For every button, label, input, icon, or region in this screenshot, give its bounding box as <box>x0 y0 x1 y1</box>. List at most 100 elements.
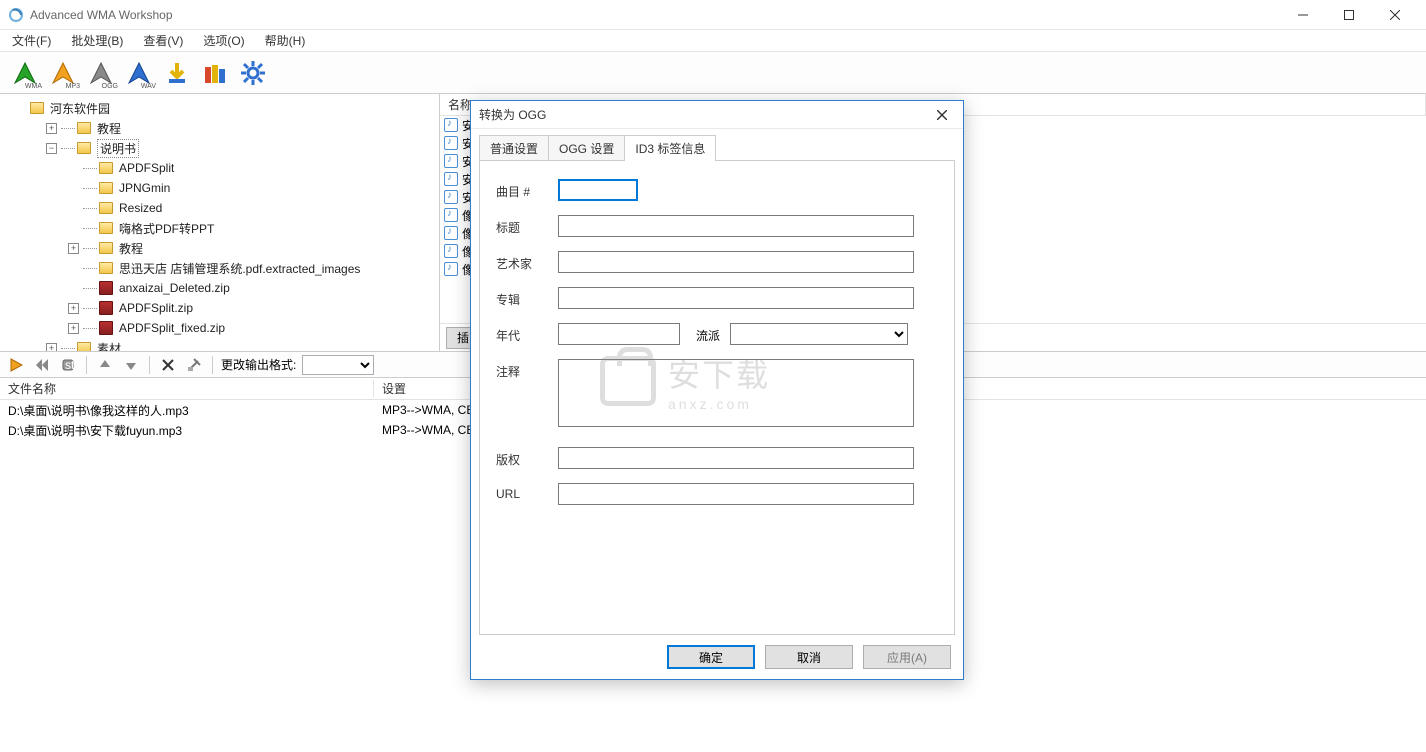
menubar: 文件(F) 批处理(B) 查看(V) 选项(O) 帮助(H) <box>0 30 1426 52</box>
folder-icon <box>77 122 91 134</box>
genre-select[interactable] <box>730 323 908 345</box>
convert-ogg-dialog: 转换为 OGG 普通设置 OGG 设置 ID3 标签信息 曲目 # 标题 艺术家… <box>470 100 964 680</box>
audio-icon <box>444 136 458 150</box>
tree-label: APDFSplit <box>119 161 174 175</box>
col-filename[interactable]: 文件名称 <box>0 380 374 397</box>
audio-icon <box>444 262 458 276</box>
expand-toggle[interactable]: − <box>46 143 57 154</box>
tree-label: 教程 <box>119 240 143 257</box>
year-input[interactable] <box>558 323 680 345</box>
track-input[interactable] <box>558 179 638 201</box>
tree-item[interactable]: −说明书 <box>4 138 435 158</box>
convert-wav-icon[interactable]: WAV <box>122 56 156 90</box>
menu-file[interactable]: 文件(F) <box>4 30 59 51</box>
dialog-titlebar[interactable]: 转换为 OGG <box>471 101 963 129</box>
folder-icon <box>77 142 91 154</box>
apply-button[interactable]: 应用(A) <box>863 645 951 669</box>
dialog-close-button[interactable] <box>929 102 955 128</box>
tree-label: JPNGmin <box>119 181 170 195</box>
convert-mp3-icon[interactable]: MP3 <box>46 56 80 90</box>
clear-icon[interactable] <box>184 355 204 375</box>
tree-item[interactable]: +APDFSplit.zip <box>4 298 435 318</box>
col-settings[interactable]: 设置 <box>374 380 414 397</box>
audio-icon <box>444 154 458 168</box>
convert-wma-icon[interactable]: WMA <box>8 56 42 90</box>
expand-toggle[interactable]: + <box>68 243 79 254</box>
folder-icon <box>99 242 113 254</box>
url-input[interactable] <box>558 483 914 505</box>
tree-label: 教程 <box>97 120 121 137</box>
output-format-label: 更改输出格式: <box>221 356 296 373</box>
maximize-button[interactable] <box>1326 0 1372 30</box>
download-icon[interactable] <box>160 56 194 90</box>
menu-help[interactable]: 帮助(H) <box>257 30 314 51</box>
comment-label: 注释 <box>496 359 558 380</box>
up-icon[interactable] <box>95 355 115 375</box>
tree-item[interactable]: anxaizai_Deleted.zip <box>4 278 435 298</box>
cancel-button[interactable]: 取消 <box>765 645 853 669</box>
menu-batch[interactable]: 批处理(B) <box>63 30 131 51</box>
tree-label: 嗨格式PDF转PPT <box>119 220 214 237</box>
tree-item[interactable]: Resized <box>4 198 435 218</box>
expand-toggle[interactable]: + <box>68 303 79 314</box>
play-icon[interactable] <box>6 355 26 375</box>
library-icon[interactable] <box>198 56 232 90</box>
folder-icon <box>99 262 113 274</box>
app-title: Advanced WMA Workshop <box>30 8 1280 22</box>
stop-icon[interactable]: stop <box>58 355 78 375</box>
tree-item[interactable]: + APDFSplit_fixed.zip <box>4 318 435 338</box>
ok-button[interactable]: 确定 <box>667 645 755 669</box>
titlebar: Advanced WMA Workshop <box>0 0 1426 30</box>
comment-textarea[interactable] <box>558 359 914 427</box>
queue-file: D:\桌面\说明书\像我这样的人.mp3 <box>0 402 374 419</box>
tree-item[interactable]: + 教程 <box>4 118 435 138</box>
tree-item[interactable]: + 教程 <box>4 238 435 258</box>
copyright-input[interactable] <box>558 447 914 469</box>
close-button[interactable] <box>1372 0 1418 30</box>
folder-tree[interactable]: 河东软件园 +教程−说明书APDFSplitJPNGminResized嗨格式P… <box>0 94 440 351</box>
folder-icon <box>77 342 91 351</box>
expand-toggle[interactable]: + <box>46 123 57 134</box>
audio-icon <box>444 118 458 132</box>
convert-ogg-icon[interactable]: OGG <box>84 56 118 90</box>
tree-item[interactable]: APDFSplit <box>4 158 435 178</box>
tree-root[interactable]: 河东软件园 <box>50 100 110 117</box>
id3-tab-panel: 曲目 # 标题 艺术家 专辑 年代 流派 注释 版权 URL <box>479 160 955 635</box>
folder-icon <box>30 102 44 114</box>
svg-text:stop: stop <box>65 358 75 372</box>
copyright-label: 版权 <box>496 447 558 468</box>
dialog-buttons: 确定 取消 应用(A) <box>471 635 963 679</box>
menu-options[interactable]: 选项(O) <box>195 30 252 51</box>
app-icon <box>8 7 24 23</box>
folder-icon <box>99 222 113 234</box>
year-label: 年代 <box>496 323 558 344</box>
queue-settings: MP3-->WMA, CBR <box>374 403 483 417</box>
title-input[interactable] <box>558 215 914 237</box>
folder-icon <box>99 202 113 214</box>
tree-label: 思迅天店 店铺管理系统.pdf.extracted_images <box>119 260 360 277</box>
album-label: 专辑 <box>496 287 558 308</box>
expand-toggle[interactable]: + <box>46 343 57 352</box>
album-input[interactable] <box>558 287 914 309</box>
zip-icon <box>99 321 113 335</box>
tree-item[interactable]: 思迅天店 店铺管理系统.pdf.extracted_images <box>4 258 435 278</box>
tree-item[interactable]: 嗨格式PDF转PPT <box>4 218 435 238</box>
expand-toggle[interactable]: + <box>68 323 79 334</box>
main-toolbar: WMA MP3 OGG WAV <box>0 52 1426 94</box>
tree-item[interactable]: JPNGmin <box>4 178 435 198</box>
settings-icon[interactable] <box>236 56 270 90</box>
audio-icon <box>444 226 458 240</box>
tree-item[interactable]: +素材 <box>4 338 435 351</box>
tab-id3[interactable]: ID3 标签信息 <box>624 135 716 161</box>
tree-label: APDFSplit_fixed.zip <box>119 321 225 335</box>
tab-general[interactable]: 普通设置 <box>479 135 549 161</box>
menu-view[interactable]: 查看(V) <box>135 30 191 51</box>
output-format-select[interactable] <box>302 355 374 375</box>
down-icon[interactable] <box>121 355 141 375</box>
zip-icon <box>99 301 113 315</box>
tab-ogg[interactable]: OGG 设置 <box>548 135 625 161</box>
minimize-button[interactable] <box>1280 0 1326 30</box>
skip-icon[interactable] <box>32 355 52 375</box>
delete-icon[interactable] <box>158 355 178 375</box>
artist-input[interactable] <box>558 251 914 273</box>
